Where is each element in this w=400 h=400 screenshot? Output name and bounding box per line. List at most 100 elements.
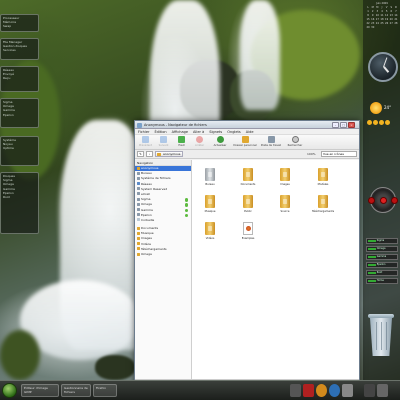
widget-row: Swap <box>3 24 12 29</box>
file-manager-window[interactable]: Anonymous - Navigateur de fichiers – □ ×… <box>134 120 360 386</box>
folder-icon <box>137 236 140 240</box>
play-button[interactable] <box>380 197 387 204</box>
sidebar-item-label: Réseau <box>141 181 152 186</box>
home-button[interactable]: Dossier personnel <box>232 135 258 149</box>
file-item[interactable]: Téléchargements <box>310 195 336 213</box>
widget-row[interactable]: Epsilon <box>3 113 36 117</box>
menu-view[interactable]: Affichage <box>172 129 188 134</box>
stop-button[interactable]: Arrêter <box>191 135 208 149</box>
calendar-date[interactable]: 27 <box>389 22 393 25</box>
file-name: Examples <box>241 237 255 240</box>
calendar-date[interactable]: 30 <box>371 26 375 29</box>
previous-track-button[interactable] <box>368 197 375 204</box>
file-item[interactable]: Musique <box>197 195 223 213</box>
file-name: Musique <box>204 210 216 213</box>
eject-icon[interactable] <box>184 213 188 218</box>
folder-icon <box>137 247 140 251</box>
toggle-location-button[interactable]: ✎ <box>137 151 144 157</box>
sidebar-bookmark-omega[interactable]: Omega <box>135 252 191 257</box>
minimize-button[interactable]: – <box>332 122 339 128</box>
menu-bookmarks[interactable]: Signets <box>209 129 222 134</box>
file-name: Documents <box>240 183 256 186</box>
menu-tabs[interactable]: Onglets <box>227 129 241 134</box>
calendar-dates[interactable]: 1 2 3 4 5 6 7 8 9 10 11 12 13 14 15 16 17 18 19 20 21 22 23 24 2… <box>366 10 398 29</box>
start-menu-button[interactable] <box>2 383 17 398</box>
stop-icon <box>196 136 203 143</box>
view-mode-select[interactable]: Vue en icônes <box>321 151 357 157</box>
disk-usage-widget: Disques Sigma Omega Gamma Epsilon Root <box>0 172 39 234</box>
file-item[interactable]: Bureau <box>197 168 223 186</box>
calendar-date[interactable]: 26 <box>385 22 389 25</box>
search-button[interactable]: Rechercher <box>284 135 306 149</box>
sidebar-item-label: Système de fichiers <box>141 176 171 181</box>
system-tray-icon[interactable] <box>377 384 388 397</box>
trash-bin-icon[interactable] <box>368 314 394 358</box>
maximize-button[interactable]: □ <box>340 122 347 128</box>
device-row: Epsilon <box>366 262 398 268</box>
menu-go[interactable]: Aller à <box>193 129 204 134</box>
window-titlebar[interactable]: Anonymous - Navigateur de fichiers – □ × <box>135 121 359 129</box>
refresh-label: Actualiser <box>213 144 227 147</box>
refresh-button[interactable]: Actualiser <box>209 135 231 149</box>
calendar-date[interactable]: 22 <box>366 22 370 25</box>
menu-file[interactable]: Fichier <box>138 129 149 134</box>
calendar-weekday: M <box>376 6 379 9</box>
launcher-widget[interactable]: File Manager Gestion disques Services <box>0 38 39 60</box>
calendar-date[interactable]: 25 <box>380 22 384 25</box>
eject-icon[interactable] <box>184 208 188 212</box>
sun-icon <box>379 120 384 125</box>
breadcrumb-anonymous[interactable]: anonymous <box>155 151 184 157</box>
sidebar-item-label: Bureau <box>141 171 152 176</box>
back-button[interactable]: Précédent <box>137 135 154 149</box>
location-bar: ✎ ‹ anonymous 100% Vue en icônes <box>135 150 359 159</box>
task-button-file-manager[interactable]: Gestionnaire de fichiers <box>61 384 91 397</box>
task-button-firefox[interactable]: Firefox <box>93 384 117 397</box>
device-row: Root <box>366 270 398 276</box>
computer-button[interactable]: Poste de travail <box>259 135 283 149</box>
quicklaunch-icon[interactable] <box>329 384 340 397</box>
calendar-widget[interactable]: Juin 2009 LMMJVSD 1 2 3 4 5 6 7 8 9 10 11 12 13 14 15 1… <box>366 2 398 40</box>
quicklaunch-icon[interactable] <box>290 384 301 397</box>
file-item[interactable]: Source <box>272 195 298 213</box>
back-arrow-icon <box>142 136 149 143</box>
widget-row[interactable]: Services <box>3 48 36 52</box>
close-button[interactable]: × <box>348 122 355 128</box>
folder-icon <box>137 122 142 128</box>
next-track-button[interactable] <box>391 197 398 204</box>
drive-icon <box>137 208 140 211</box>
drives-widget[interactable]: Sigma Omega Gamma Epsilon <box>0 98 39 128</box>
path-left-arrow-icon[interactable]: ‹ <box>146 151 153 157</box>
refresh-icon <box>216 136 224 143</box>
calendar-date[interactable]: 29 <box>366 26 370 29</box>
eject-icon[interactable] <box>184 203 188 207</box>
device-label: Home <box>376 279 384 282</box>
sidebar-item-label: Images <box>141 236 152 241</box>
trash-stripe <box>381 322 382 350</box>
forward-button[interactable]: Suivant <box>155 135 172 149</box>
media-player-widget[interactable] <box>366 185 398 217</box>
calendar-date[interactable]: 28 <box>394 22 398 25</box>
menu-edit[interactable]: Édition <box>154 129 166 134</box>
file-item[interactable]: Public <box>235 195 261 213</box>
quicklaunch-icon[interactable] <box>316 384 327 397</box>
calendar-date[interactable]: 23 <box>371 22 375 25</box>
system-tray-icon[interactable] <box>364 384 375 397</box>
window-title: Anonymous - Navigateur de fichiers <box>144 122 207 127</box>
folder-icon <box>280 195 290 208</box>
task-button-gimp[interactable]: Éditeur d'image GIMP <box>21 384 59 397</box>
file-view[interactable]: Bureau Documents Images Modèles Musique … <box>192 160 359 379</box>
usage-bar <box>368 255 376 258</box>
file-item[interactable]: Vidéos <box>197 222 223 240</box>
calendar-date[interactable]: 24 <box>375 22 379 25</box>
menu-help[interactable]: Aide <box>246 129 254 134</box>
file-item[interactable]: Images <box>272 168 298 186</box>
quicklaunch-icon[interactable] <box>303 384 314 397</box>
home-label: Dossier personnel <box>233 144 257 147</box>
up-button[interactable]: Haut <box>173 135 190 149</box>
file-item[interactable]: Examples <box>235 222 261 240</box>
quicklaunch-icon[interactable] <box>342 384 353 397</box>
file-item[interactable]: Documents <box>235 168 261 186</box>
eject-icon[interactable] <box>184 198 188 202</box>
sidebar-item-trash[interactable]: Corbeille <box>135 218 191 223</box>
file-item[interactable]: Modèles <box>310 168 336 186</box>
